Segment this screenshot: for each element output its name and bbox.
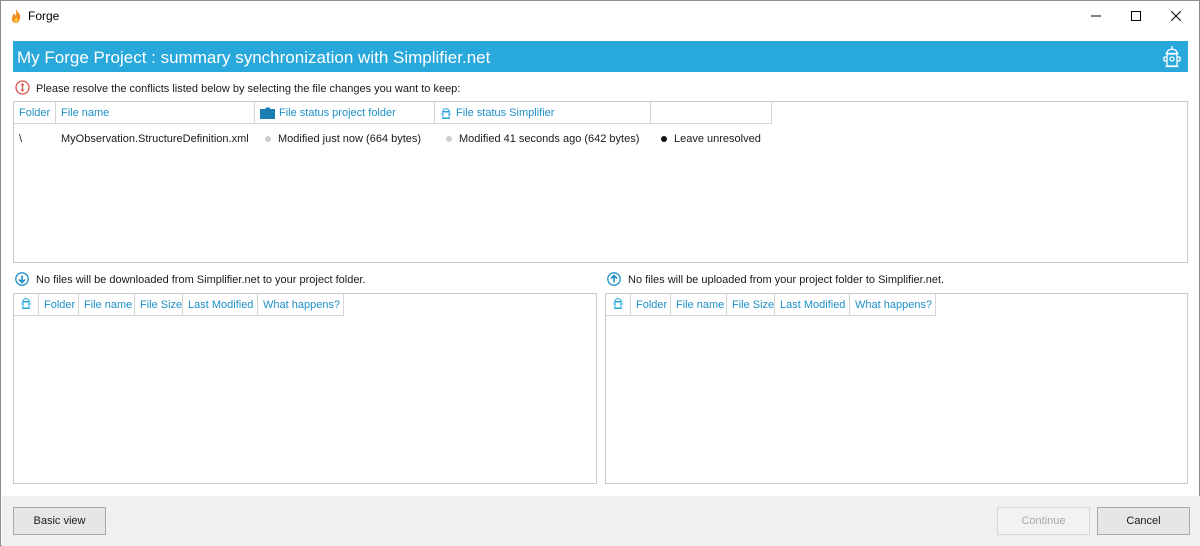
continue-button[interactable]: Continue [997,507,1090,535]
upload-message: No files will be uploaded from your proj… [607,271,944,289]
title-bar[interactable]: Forge [1,1,1199,31]
row-folder: \ [19,133,23,145]
minimize-icon [1091,15,1101,17]
option-leave-unresolved[interactable]: Leave unresolved [661,132,761,146]
close-icon [1171,11,1181,21]
column-header-folder[interactable]: Folder [39,294,79,316]
upload-table[interactable]: Folder File name File Size Last Modified… [605,293,1188,484]
option-keep-simplifier[interactable]: Modified 41 seconds ago (642 bytes) [446,132,639,146]
radio-dot [265,136,271,142]
radio-dot-selected [661,136,667,142]
radio-dot [446,136,452,142]
header-banner: My Forge Project : summary synchronizati… [13,41,1188,72]
column-header-resolution[interactable] [651,102,772,124]
column-header-last-modified[interactable]: Last Modified [183,294,258,316]
download-message: No files will be downloaded from Simplif… [15,271,366,289]
conflicts-table[interactable]: Folder File name File status project fol… [13,101,1188,263]
column-header-status-project[interactable]: File status project folder [255,102,435,124]
column-header-file-size[interactable]: File Size [727,294,775,316]
cancel-button[interactable]: Cancel [1097,507,1190,535]
column-header-what-happens[interactable]: What happens? [850,294,936,316]
fire-hydrant-icon [20,296,32,313]
column-header-folder[interactable]: Folder [14,102,56,124]
page-title: My Forge Project : summary synchronizati… [17,48,491,67]
download-table[interactable]: Folder File name File Size Last Modified… [13,293,597,484]
column-header-file-name[interactable]: File name [671,294,727,316]
conflict-warning-icon [15,80,30,98]
download-arrow-icon [15,271,29,289]
fire-hydrant-icon [612,296,624,313]
upload-arrow-icon [607,271,621,289]
column-header-file-size[interactable]: File Size [135,294,183,316]
fire-hydrant-icon [440,106,452,120]
option-keep-project[interactable]: Modified just now (664 bytes) [265,132,421,146]
footer-bar: Basic view Continue Cancel [2,496,1200,546]
folder-icon [260,107,275,119]
conflict-message-text: Please resolve the conflicts listed belo… [36,83,461,95]
row-file-name: MyObservation.StructureDefinition.xml [61,133,249,145]
flame-icon [10,9,22,23]
column-header-what-happens[interactable]: What happens? [258,294,344,316]
column-header-status-simplifier[interactable]: File status Simplifier [435,102,651,124]
basic-view-button[interactable]: Basic view [13,507,106,535]
column-header-icon[interactable] [606,294,631,316]
column-header-folder[interactable]: Folder [631,294,671,316]
column-header-icon[interactable] [14,294,39,316]
forge-window: Forge My Forge Project : summary synchro… [0,0,1200,546]
fire-hydrant-icon [1161,44,1183,70]
column-header-file-name[interactable]: File name [56,102,255,124]
maximize-icon [1131,11,1141,21]
close-button[interactable] [1153,1,1199,31]
window-title: Forge [28,9,60,23]
column-header-last-modified[interactable]: Last Modified [775,294,850,316]
conflict-message: Please resolve the conflicts listed belo… [15,80,461,98]
column-header-file-name[interactable]: File name [79,294,135,316]
